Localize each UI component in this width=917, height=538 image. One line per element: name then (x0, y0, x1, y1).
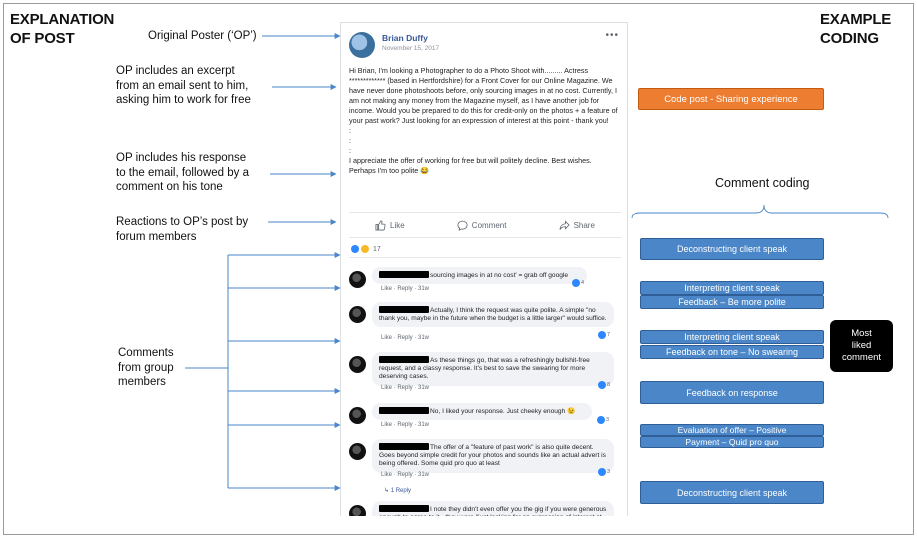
commenter-avatar[interactable] (349, 505, 366, 516)
code-box: Feedback on tone – No swearing (640, 345, 824, 359)
like-icon (598, 468, 606, 476)
redacted-name (379, 356, 429, 363)
redacted-name (379, 505, 429, 512)
reaction-count: 17 (373, 245, 381, 253)
share-label: Share (573, 220, 595, 230)
code-box: Feedback on response (640, 381, 824, 404)
commenter-avatar[interactable] (349, 443, 366, 460)
more-options-icon[interactable]: ••• (605, 30, 619, 41)
code-box: Interpreting client speak (640, 330, 824, 344)
comment-meta[interactable]: Like · Reply · 31w (381, 335, 429, 341)
share-icon (559, 219, 570, 230)
comment-like-count: 3 (598, 468, 610, 476)
annotation-comments: Comments from group members (118, 347, 174, 388)
comment-bubble: The offer of a "feature of past work" is… (372, 439, 614, 473)
annotation-reactions: Reactions to OP’s post by forum members (116, 216, 249, 243)
thumbs-up-icon (375, 220, 386, 230)
divider (349, 257, 621, 258)
like-reaction-icon (351, 245, 359, 253)
post-actions: Like Comment Share (349, 212, 621, 238)
like-button[interactable]: Like (375, 220, 405, 231)
comment-bubble: Actually, I think the request was quite … (372, 302, 614, 328)
post-body: Hi Brian, I'm looking a Photographer to … (349, 66, 618, 175)
post-header: Brian Duffy November 15, 2017 ••• (349, 30, 621, 60)
redacted-name (379, 443, 429, 450)
like-icon (598, 331, 606, 339)
comment-bubble: No, I liked your response. Just cheeky e… (372, 403, 592, 421)
code-box: Payment – Quid pro quo (640, 436, 824, 448)
comment-text: No, I liked your response. Just cheeky e… (430, 408, 576, 415)
post-author[interactable]: Brian Duffy (382, 33, 428, 43)
comment-like-count: 4 (572, 279, 584, 287)
heading-example-coding: EXAMPLE CODING (820, 11, 892, 47)
comment-bubble: I note they didn't even offer you the gi… (372, 501, 614, 516)
like-icon (598, 381, 606, 389)
view-replies-link[interactable]: ↳ 1 Reply (384, 487, 411, 494)
most-liked-callout: Most liked comment (830, 320, 893, 372)
code-box: Deconstructing client speak (640, 481, 824, 504)
reaction-summary[interactable]: 17 (351, 245, 381, 253)
comment-meta[interactable]: Like · Reply · 31w (381, 472, 429, 478)
facebook-post: Brian Duffy November 15, 2017 ••• Hi Bri… (340, 22, 628, 516)
author-avatar[interactable] (349, 32, 375, 58)
comment-button[interactable]: Comment (457, 220, 507, 231)
redacted-name (379, 271, 429, 278)
code-box: Interpreting client speak (640, 281, 824, 295)
comment-meta[interactable]: Like · Reply · 31w (381, 422, 429, 428)
like-label: Like (390, 220, 405, 230)
comment-meta[interactable]: Like · Reply · 31w (381, 286, 429, 292)
commenter-avatar[interactable] (349, 356, 366, 373)
comment-bubble: As these things go, that was a refreshin… (372, 352, 614, 386)
comment-icon (457, 220, 468, 231)
code-post-box: Code post - Sharing experience (638, 88, 824, 110)
comment-like-count: 7 (598, 331, 610, 339)
annotation-excerpt: OP includes an excerpt from an email sen… (116, 65, 251, 106)
annotation-op: Original Poster (‘OP’) (148, 30, 257, 42)
annotation-response: OP includes his response to the email, f… (116, 152, 249, 193)
comment-meta[interactable]: Like · Reply · 31w (381, 385, 429, 391)
share-button[interactable]: Share (559, 219, 595, 231)
haha-reaction-icon (361, 245, 369, 253)
heading-explanation: EXPLANATION OF POST (10, 11, 115, 47)
comment-coding-heading: Comment coding (715, 176, 810, 190)
commenter-avatar[interactable] (349, 271, 366, 288)
commenter-avatar[interactable] (349, 306, 366, 323)
post-date[interactable]: November 15, 2017 (382, 45, 439, 52)
code-box: Feedback – Be more polite (640, 295, 824, 309)
like-icon (597, 416, 605, 424)
redacted-name (379, 407, 429, 414)
code-box: Deconstructing client speak (640, 238, 824, 260)
commenter-avatar[interactable] (349, 407, 366, 424)
comment-like-count: 3 (597, 416, 609, 424)
redacted-name (379, 306, 429, 313)
code-box: Evaluation of offer – Positive (640, 424, 824, 436)
comment-like-count: 8 (598, 381, 610, 389)
comment-text: sourcing images in at no cost' = grab of… (430, 272, 569, 279)
comment-bubble: sourcing images in at no cost' = grab of… (372, 267, 587, 285)
comment-label: Comment (471, 220, 507, 230)
like-icon (572, 279, 580, 287)
